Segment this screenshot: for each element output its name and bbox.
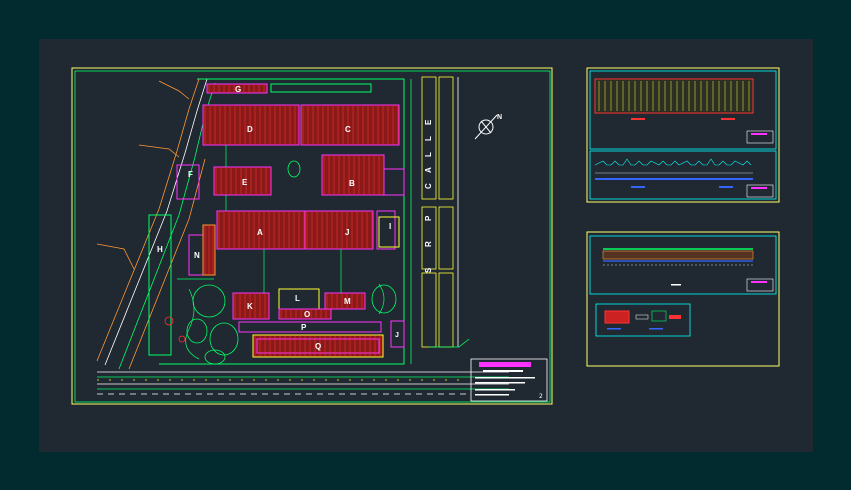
bottom-road xyxy=(97,371,509,395)
detail-sheet-2[interactable] xyxy=(586,231,780,367)
cad-drawing: N 2 ABCDEFGHIJKL MNOPQJ CALLEPRS xyxy=(71,67,780,405)
building-label-l: L xyxy=(295,294,300,303)
street-letter: C xyxy=(424,183,433,189)
building-h xyxy=(148,214,172,356)
street-letter: P xyxy=(424,215,433,221)
street-letter: S xyxy=(424,267,433,273)
building-label-m: M xyxy=(344,297,351,306)
sheet-number: 2 xyxy=(539,393,543,400)
building-label-j-lower: J xyxy=(395,332,399,339)
street-letter: L xyxy=(424,136,433,141)
street-letter: R xyxy=(424,241,433,247)
building-b xyxy=(321,154,385,196)
street-letter: E xyxy=(424,119,433,125)
building-label-q: Q xyxy=(315,342,321,351)
building-label-f: F xyxy=(188,170,193,179)
building-label-g: G xyxy=(235,85,241,94)
street-letter: A xyxy=(424,167,433,173)
building-label-p: P xyxy=(301,323,307,332)
detail-sheet-1[interactable] xyxy=(586,67,780,203)
building-label-h: H xyxy=(157,245,163,254)
title-block: 2 xyxy=(470,358,548,402)
building-group xyxy=(148,83,405,358)
building-label-n: N xyxy=(194,251,200,260)
cad-model-space[interactable]: N 2 ABCDEFGHIJKLMNOPQJ CALLEPRS xyxy=(39,39,813,452)
building-label-i: I xyxy=(389,222,391,231)
building-label-e: E xyxy=(242,178,248,187)
building-label-k: K xyxy=(247,302,253,311)
building-label-a: A xyxy=(257,228,263,237)
north-arrow-icon xyxy=(474,114,498,140)
north-label: N xyxy=(497,114,502,121)
main-sheet[interactable]: N 2 xyxy=(71,67,553,405)
building-p xyxy=(238,321,382,333)
diagonal-avenue xyxy=(96,78,216,370)
right-street xyxy=(410,76,470,364)
building-label-d: D xyxy=(247,125,253,134)
street-labels: C A L L E P R S xyxy=(424,119,433,273)
building-label-c: C xyxy=(345,125,351,134)
street-letter: L xyxy=(424,152,433,157)
building-label-b: B xyxy=(349,179,355,188)
building-label-j: J xyxy=(345,228,349,237)
building-j-upper xyxy=(304,210,374,250)
building-label-o: O xyxy=(304,310,310,319)
